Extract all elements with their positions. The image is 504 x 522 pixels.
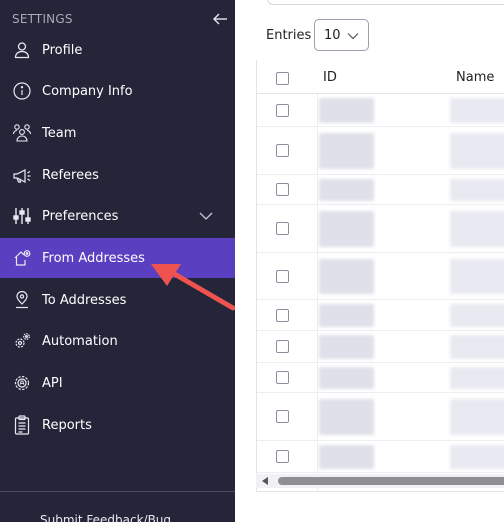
- map-pin-icon: [12, 290, 32, 310]
- sidebar-item-label: Team: [42, 125, 77, 141]
- blurred-id-cell: [319, 179, 374, 201]
- blurred-id-cell: [319, 445, 374, 469]
- sidebar-item-label: Referees: [42, 167, 99, 183]
- blurred-name-cell: [450, 133, 504, 169]
- blurred-id-cell: [319, 133, 374, 169]
- settings-sidebar: SETTINGS Profile Company Info Team Refer…: [0, 0, 235, 522]
- sidebar-item-label: Company Info: [42, 83, 133, 99]
- blurred-name-cell: [450, 304, 504, 327]
- blurred-name-cell: [450, 399, 504, 435]
- column-header-name[interactable]: Name: [456, 70, 494, 85]
- sidebar-item-label: Reports: [42, 417, 92, 433]
- table-header-row: ID Name: [257, 60, 504, 94]
- sliders-icon: [12, 206, 32, 226]
- table-row[interactable]: [257, 441, 504, 473]
- table-row[interactable]: [257, 300, 504, 331]
- sidebar-item-label: Automation: [42, 333, 118, 349]
- row-checkbox[interactable]: [276, 104, 289, 117]
- blurred-id-cell: [319, 399, 374, 435]
- settings-title: SETTINGS: [12, 12, 73, 26]
- blurred-id-cell: [319, 211, 374, 247]
- sidebar-item-label: Preferences: [42, 208, 119, 224]
- blurred-name-cell: [450, 445, 504, 469]
- row-checkbox[interactable]: [276, 371, 289, 384]
- table-row[interactable]: [257, 331, 504, 363]
- sidebar-item-profile[interactable]: Profile: [0, 31, 235, 69]
- sidebar-item-label: From Addresses: [42, 250, 145, 266]
- sidebar-item-team[interactable]: Team: [0, 114, 235, 152]
- table-row[interactable]: [257, 393, 504, 441]
- row-checkbox[interactable]: [276, 309, 289, 322]
- table-row[interactable]: [257, 363, 504, 393]
- blurred-id-cell: [319, 367, 374, 389]
- table-row[interactable]: [257, 127, 504, 175]
- sidebar-item-label: API: [42, 375, 63, 391]
- collapse-arrow-icon[interactable]: [212, 12, 228, 26]
- table-row[interactable]: [257, 175, 504, 205]
- sidebar-item-from-addresses[interactable]: From Addresses: [0, 238, 235, 278]
- sidebar-item-label: Profile: [42, 42, 83, 58]
- team-icon: [12, 123, 32, 143]
- entries-select[interactable]: 10: [314, 19, 369, 51]
- scrollbar-thumb[interactable]: [278, 477, 504, 485]
- row-checkbox[interactable]: [276, 340, 289, 353]
- blurred-name-cell: [450, 179, 504, 201]
- column-header-id[interactable]: ID: [323, 70, 337, 85]
- submit-feedback-link[interactable]: Submit Feedback/Bug: [40, 513, 171, 522]
- entries-table: ID Name: [256, 60, 504, 492]
- settings-header: SETTINGS: [12, 11, 228, 27]
- gears-icon: [12, 331, 32, 351]
- select-all-checkbox[interactable]: [276, 72, 289, 85]
- sidebar-item-to-addresses[interactable]: To Addresses: [0, 281, 235, 319]
- clipboard-icon: [12, 415, 32, 435]
- api-gear-icon: [12, 373, 32, 393]
- blurred-name-cell: [450, 335, 504, 359]
- chevron-down-icon: [347, 33, 359, 40]
- main-content: Entries 10 ID Name: [235, 0, 504, 522]
- row-checkbox[interactable]: [276, 410, 289, 423]
- table-row[interactable]: [257, 205, 504, 253]
- blurred-name-cell: [450, 367, 504, 389]
- user-icon: [12, 40, 32, 60]
- entries-label: Entries: [266, 28, 312, 43]
- row-checkbox[interactable]: [276, 450, 289, 463]
- scroll-left-arrow-icon[interactable]: [262, 477, 268, 485]
- top-panel-edge: [267, 0, 504, 5]
- sidebar-item-automation[interactable]: Automation: [0, 322, 235, 360]
- sidebar-item-label: To Addresses: [42, 292, 127, 308]
- entries-select-value: 10: [324, 27, 341, 43]
- sidebar-item-api[interactable]: API: [0, 364, 235, 402]
- home-pin-icon: [12, 248, 32, 268]
- sidebar-item-reports[interactable]: Reports: [0, 406, 235, 444]
- blurred-id-cell: [319, 98, 374, 123]
- row-checkbox[interactable]: [276, 270, 289, 283]
- blurred-name-cell: [450, 211, 504, 247]
- sidebar-divider: [0, 491, 235, 492]
- table-row[interactable]: [257, 94, 504, 127]
- info-icon: [12, 81, 32, 101]
- sidebar-item-preferences[interactable]: Preferences: [0, 197, 235, 235]
- horizontal-scrollbar[interactable]: [256, 474, 504, 488]
- table-row[interactable]: [257, 253, 504, 300]
- sidebar-item-referees[interactable]: Referees: [0, 156, 235, 194]
- row-checkbox[interactable]: [276, 222, 289, 235]
- row-checkbox[interactable]: [276, 183, 289, 196]
- blurred-id-cell: [319, 335, 374, 359]
- chevron-down-icon[interactable]: [199, 209, 213, 223]
- row-checkbox[interactable]: [276, 144, 289, 157]
- blurred-name-cell: [450, 259, 504, 294]
- blurred-id-cell: [319, 259, 374, 294]
- blurred-name-cell: [450, 98, 504, 123]
- blurred-id-cell: [319, 304, 374, 327]
- sidebar-item-company-info[interactable]: Company Info: [0, 72, 235, 110]
- megaphone-icon: [12, 165, 32, 185]
